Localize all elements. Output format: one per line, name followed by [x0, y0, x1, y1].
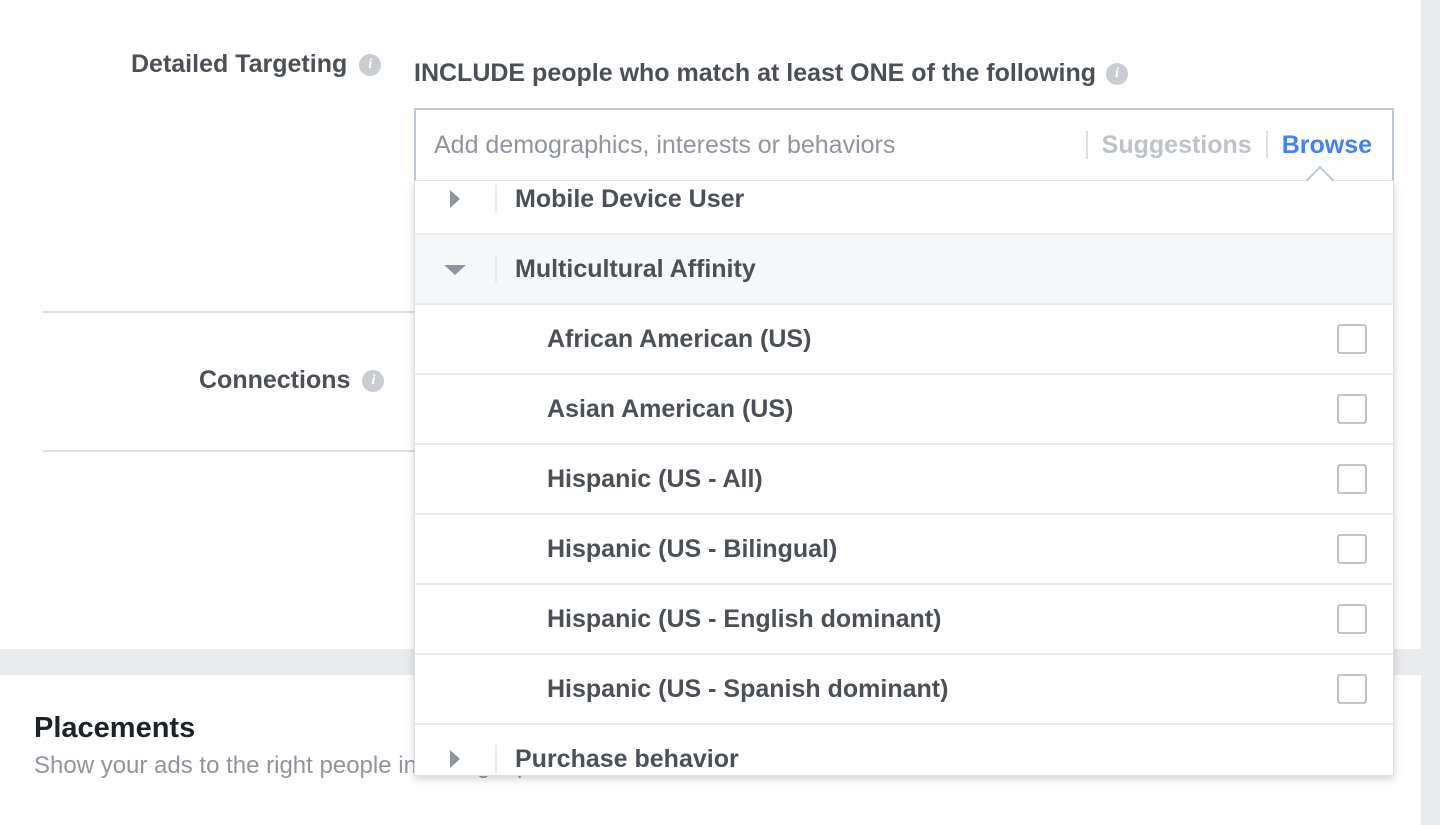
- caret-right-icon[interactable]: [415, 725, 497, 775]
- category-label: Mobile Device User: [515, 184, 745, 213]
- tab-browse[interactable]: Browse: [1268, 131, 1386, 160]
- include-text: INCLUDE people who match at least ONE of…: [414, 59, 1096, 87]
- caret-down-icon[interactable]: [415, 235, 497, 303]
- category-row[interactable]: Multicultural Affinity: [415, 235, 1393, 305]
- info-icon[interactable]: i: [362, 369, 385, 392]
- item-checkbox[interactable]: [1337, 534, 1367, 564]
- connections-label-row: Connections i: [199, 366, 385, 395]
- item-label: Hispanic (US - English dominant): [547, 604, 942, 633]
- category-label: Multicultural Affinity: [515, 254, 756, 283]
- category-row[interactable]: Purchase behavior: [415, 725, 1393, 775]
- browse-list: Mobile Device User Multicultural Affinit…: [415, 181, 1393, 775]
- list-item[interactable]: Hispanic (US - All): [415, 445, 1393, 515]
- list-item[interactable]: Hispanic (US - English dominant): [415, 585, 1393, 655]
- item-checkbox[interactable]: [1337, 604, 1367, 634]
- caret-down-shape: [444, 265, 466, 275]
- browse-dropdown[interactable]: Mobile Device User Multicultural Affinit…: [414, 180, 1394, 776]
- item-label: Hispanic (US - All): [547, 464, 763, 493]
- item-label: Hispanic (US - Spanish dominant): [547, 674, 949, 703]
- detailed-targeting-label: Detailed Targeting: [131, 50, 348, 78]
- detailed-targeting-label-row: Detailed Targeting i: [131, 50, 382, 79]
- divider: [43, 311, 415, 313]
- info-icon[interactable]: i: [359, 53, 382, 76]
- divider: [43, 450, 415, 452]
- targeting-search-input[interactable]: Add demographics, interests or behaviors…: [414, 108, 1394, 182]
- item-label: Hispanic (US - Bilingual): [547, 534, 838, 563]
- item-checkbox[interactable]: [1337, 464, 1367, 494]
- caret-right-shape: [450, 750, 460, 768]
- placements-title: Placements: [34, 712, 196, 744]
- include-text-row: INCLUDE people who match at least ONE of…: [414, 59, 1128, 88]
- item-checkbox[interactable]: [1337, 394, 1367, 424]
- list-item[interactable]: Asian American (US): [415, 375, 1393, 445]
- item-label: Asian American (US): [547, 394, 794, 423]
- info-icon[interactable]: i: [1105, 62, 1128, 85]
- category-row[interactable]: Mobile Device User: [415, 181, 1393, 235]
- connections-label: Connections: [199, 366, 351, 394]
- list-item[interactable]: Hispanic (US - Bilingual): [415, 515, 1393, 585]
- item-checkbox[interactable]: [1337, 674, 1367, 704]
- list-item[interactable]: Hispanic (US - Spanish dominant): [415, 655, 1393, 725]
- caret-right-icon[interactable]: [415, 181, 497, 233]
- item-checkbox[interactable]: [1337, 324, 1367, 354]
- list-item[interactable]: African American (US): [415, 305, 1393, 375]
- tab-suggestions[interactable]: Suggestions: [1088, 131, 1266, 160]
- category-label: Purchase behavior: [515, 744, 739, 773]
- caret-right-shape: [450, 190, 460, 208]
- item-label: African American (US): [547, 324, 812, 353]
- page-right-edge: [1421, 0, 1440, 825]
- search-placeholder: Add demographics, interests or behaviors: [434, 130, 896, 159]
